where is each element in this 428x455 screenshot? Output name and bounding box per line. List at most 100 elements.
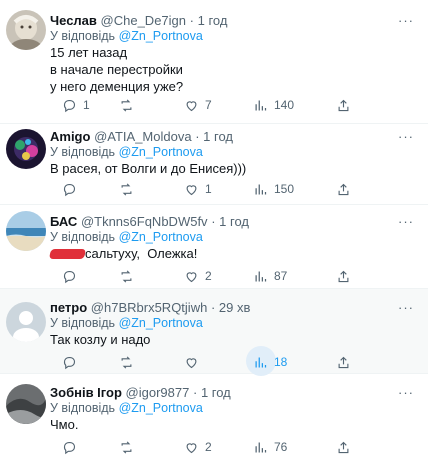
reply-prefix: У відповідь xyxy=(50,401,116,415)
like-icon xyxy=(186,184,197,195)
tweet[interactable]: петро @h7BRbrx5RQtjiwh · 29 хв ··· У від… xyxy=(0,289,428,376)
share-button[interactable] xyxy=(336,438,351,455)
author-handle[interactable]: @ATIA_Moldova xyxy=(94,129,192,144)
share-button[interactable] xyxy=(336,267,351,285)
reply-prefix: У відповідь xyxy=(50,145,116,159)
tweet-actions: 18 xyxy=(62,346,362,376)
author-handle[interactable]: @Tknns6FqNbDW5fv xyxy=(81,214,208,229)
like-button[interactable] xyxy=(184,353,205,371)
views-count: 18 xyxy=(274,355,288,369)
author-name[interactable]: Зобнів Ігор xyxy=(50,385,122,400)
share-icon xyxy=(338,356,349,368)
reply-icon xyxy=(63,99,76,112)
tweet[interactable]: Amigo @ATIA_Moldova · 1 год ··· У відпов… xyxy=(0,124,428,205)
tweet[interactable]: БАС @Tknns6FqNbDW5fv · 1 год ··· У відпо… xyxy=(0,205,428,289)
share-button[interactable] xyxy=(336,353,351,371)
share-button[interactable] xyxy=(336,180,351,198)
tweet-actions: 1 150 xyxy=(62,180,362,198)
retweet-button[interactable] xyxy=(119,353,140,371)
tweet-actions: 2 87 xyxy=(62,267,362,285)
retweet-icon xyxy=(121,440,132,454)
author-handle[interactable]: @igor9877 xyxy=(126,385,190,400)
reply-context: У відповідь @Zn_Portnova xyxy=(50,400,203,416)
like-button[interactable]: 1 xyxy=(184,180,212,198)
tweet-actions: 1 7 140 xyxy=(62,96,362,114)
tweet-text: Чмо. xyxy=(50,416,78,433)
author-name[interactable]: БАС xyxy=(50,214,77,229)
author-name[interactable]: петро xyxy=(50,300,87,315)
views-button[interactable]: 87 xyxy=(253,267,287,285)
timestamp[interactable]: 1 год xyxy=(198,13,228,28)
tweet-text-line: Так козлу и надо xyxy=(50,332,151,347)
avatar-bas[interactable] xyxy=(6,211,46,251)
avatar-cheslav[interactable] xyxy=(6,10,46,50)
timestamp[interactable]: 29 хв xyxy=(219,300,250,315)
author-handle[interactable]: @h7BRbrx5RQtjiwh xyxy=(91,300,208,315)
views-button[interactable]: 18 xyxy=(246,346,288,376)
like-icon xyxy=(186,357,197,368)
views-button[interactable]: 76 xyxy=(253,438,287,455)
retweet-icon xyxy=(121,269,132,283)
like-button[interactable]: 7 xyxy=(184,96,212,114)
like-count: 2 xyxy=(205,269,212,283)
like-count: 7 xyxy=(205,98,212,112)
retweet-button[interactable] xyxy=(119,96,140,114)
views-icon xyxy=(255,442,267,452)
avatar-amigo[interactable] xyxy=(6,129,46,169)
reply-mention-link[interactable]: @Zn_Portnova xyxy=(119,145,203,159)
share-icon xyxy=(338,270,349,282)
avatar-default[interactable] xyxy=(6,302,46,342)
reply-button[interactable] xyxy=(62,438,83,455)
avatar-zobniv[interactable] xyxy=(6,384,46,424)
separator-dot: · xyxy=(211,214,216,229)
tweet-text-line: у него деменция уже? xyxy=(50,79,184,94)
reply-feed: Чеслав @Che_De7ign · 1 год ··· У відпові… xyxy=(0,0,428,455)
views-button[interactable]: 150 xyxy=(253,180,294,198)
tweet[interactable]: Зобнів Ігор @igor9877 · 1 год ··· У відп… xyxy=(0,374,428,455)
retweet-button[interactable] xyxy=(119,267,140,285)
reply-mention-link[interactable]: @Zn_Portnova xyxy=(119,316,203,330)
reply-button[interactable] xyxy=(62,180,83,198)
tweet-text: 15 лет назад в начале перестройки у него д… xyxy=(50,44,183,95)
tweet-text: В расея, от Волги и до Енисея))) xyxy=(50,160,246,177)
tweet-actions: 2 76 xyxy=(62,438,362,455)
retweet-icon xyxy=(121,182,132,196)
tweet[interactable]: Чеслав @Che_De7ign · 1 год ··· У відпові… xyxy=(0,0,428,124)
share-icon xyxy=(338,99,349,111)
timestamp[interactable]: 1 год xyxy=(203,129,233,144)
timestamp[interactable]: 1 год xyxy=(201,385,231,400)
reply-context: У відповідь @Zn_Portnova xyxy=(50,315,203,331)
like-icon xyxy=(186,100,197,111)
retweet-button[interactable] xyxy=(119,180,140,198)
retweet-button[interactable] xyxy=(119,438,140,455)
reply-button[interactable] xyxy=(62,353,83,371)
author-name[interactable]: Чеслав xyxy=(50,13,97,28)
author-name[interactable]: Amigo xyxy=(50,129,90,144)
like-icon xyxy=(186,271,197,282)
timestamp[interactable]: 1 год xyxy=(219,214,249,229)
like-button[interactable]: 2 xyxy=(184,267,212,285)
reply-button[interactable]: 1 xyxy=(62,96,90,114)
author-handle[interactable]: @Che_De7ign xyxy=(101,13,186,28)
share-icon xyxy=(338,441,349,453)
reply-mention-link[interactable]: @Zn_Portnova xyxy=(119,401,203,415)
tweet-text-line: В расея, от Волги и до Енисея))) xyxy=(50,161,247,176)
reply-mention-link[interactable]: @Zn_Portnova xyxy=(119,230,203,244)
more-icon[interactable]: ··· xyxy=(398,128,414,146)
more-icon[interactable]: ··· xyxy=(398,384,414,402)
retweet-icon xyxy=(121,98,132,112)
like-button[interactable]: 2 xyxy=(184,438,212,455)
reply-mention-link[interactable]: @Zn_Portnova xyxy=(119,29,203,43)
tweet-text-line: Чмо. xyxy=(50,417,79,432)
share-button[interactable] xyxy=(336,96,351,114)
views-button[interactable]: 140 xyxy=(253,96,294,114)
like-icon xyxy=(186,442,197,453)
reply-button[interactable] xyxy=(62,267,83,285)
tweet-text: Так козлу и надо xyxy=(50,331,150,348)
like-count: 1 xyxy=(205,182,212,196)
more-icon[interactable]: ··· xyxy=(398,299,414,317)
tweet-text: сальтуху, Олежка! xyxy=(48,245,197,262)
redaction-scribble xyxy=(48,249,87,259)
more-icon[interactable]: ··· xyxy=(398,12,414,30)
more-icon[interactable]: ··· xyxy=(398,213,414,231)
